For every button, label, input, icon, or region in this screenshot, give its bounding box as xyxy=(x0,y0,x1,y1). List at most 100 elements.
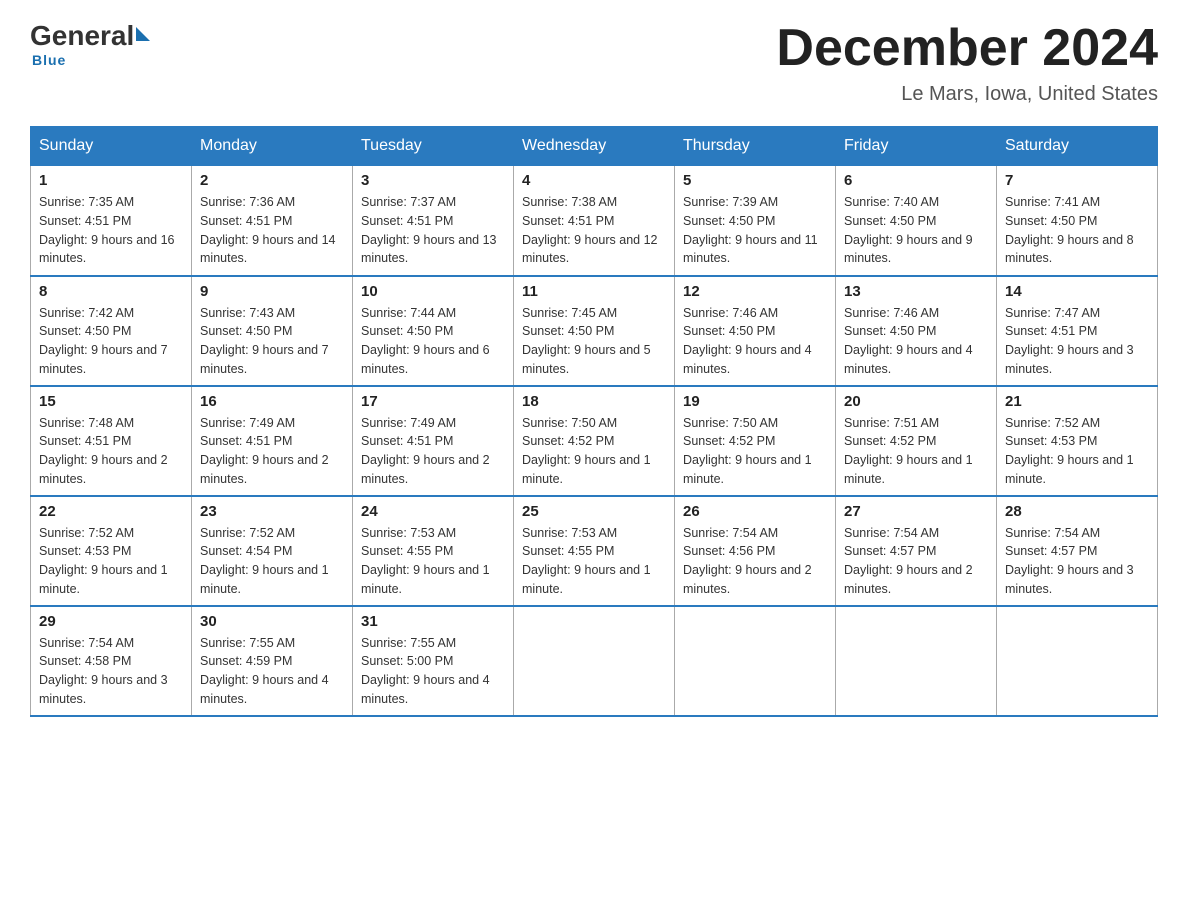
table-row xyxy=(836,606,997,716)
table-row: 22 Sunrise: 7:52 AMSunset: 4:53 PMDaylig… xyxy=(31,496,192,606)
table-row: 19 Sunrise: 7:50 AMSunset: 4:52 PMDaylig… xyxy=(675,386,836,496)
table-row: 14 Sunrise: 7:47 AMSunset: 4:51 PMDaylig… xyxy=(997,276,1158,386)
day-info: Sunrise: 7:52 AMSunset: 4:53 PMDaylight:… xyxy=(1005,416,1134,486)
header-monday: Monday xyxy=(192,127,353,166)
day-info: Sunrise: 7:54 AMSunset: 4:58 PMDaylight:… xyxy=(39,636,168,706)
table-row: 30 Sunrise: 7:55 AMSunset: 4:59 PMDaylig… xyxy=(192,606,353,716)
table-row: 15 Sunrise: 7:48 AMSunset: 4:51 PMDaylig… xyxy=(31,386,192,496)
day-info: Sunrise: 7:53 AMSunset: 4:55 PMDaylight:… xyxy=(522,526,651,596)
table-row: 27 Sunrise: 7:54 AMSunset: 4:57 PMDaylig… xyxy=(836,496,997,606)
table-row: 18 Sunrise: 7:50 AMSunset: 4:52 PMDaylig… xyxy=(514,386,675,496)
header-sunday: Sunday xyxy=(31,127,192,166)
day-number: 17 xyxy=(361,393,505,410)
day-info: Sunrise: 7:43 AMSunset: 4:50 PMDaylight:… xyxy=(200,306,329,376)
day-info: Sunrise: 7:36 AMSunset: 4:51 PMDaylight:… xyxy=(200,195,336,265)
day-number: 4 xyxy=(522,172,666,189)
table-row: 20 Sunrise: 7:51 AMSunset: 4:52 PMDaylig… xyxy=(836,386,997,496)
day-number: 27 xyxy=(844,503,988,520)
calendar-week-row: 8 Sunrise: 7:42 AMSunset: 4:50 PMDayligh… xyxy=(31,276,1158,386)
day-number: 1 xyxy=(39,172,183,189)
month-title: December 2024 xyxy=(776,20,1158,77)
day-number: 24 xyxy=(361,503,505,520)
day-info: Sunrise: 7:55 AMSunset: 5:00 PMDaylight:… xyxy=(361,636,490,706)
day-info: Sunrise: 7:48 AMSunset: 4:51 PMDaylight:… xyxy=(39,416,168,486)
day-number: 25 xyxy=(522,503,666,520)
day-number: 30 xyxy=(200,613,344,630)
day-info: Sunrise: 7:44 AMSunset: 4:50 PMDaylight:… xyxy=(361,306,490,376)
table-row: 16 Sunrise: 7:49 AMSunset: 4:51 PMDaylig… xyxy=(192,386,353,496)
table-row: 24 Sunrise: 7:53 AMSunset: 4:55 PMDaylig… xyxy=(353,496,514,606)
day-info: Sunrise: 7:37 AMSunset: 4:51 PMDaylight:… xyxy=(361,195,497,265)
table-row: 3 Sunrise: 7:37 AMSunset: 4:51 PMDayligh… xyxy=(353,166,514,276)
table-row xyxy=(514,606,675,716)
table-row xyxy=(675,606,836,716)
day-number: 22 xyxy=(39,503,183,520)
table-row: 13 Sunrise: 7:46 AMSunset: 4:50 PMDaylig… xyxy=(836,276,997,386)
day-number: 10 xyxy=(361,283,505,300)
table-row: 25 Sunrise: 7:53 AMSunset: 4:55 PMDaylig… xyxy=(514,496,675,606)
calendar-week-row: 29 Sunrise: 7:54 AMSunset: 4:58 PMDaylig… xyxy=(31,606,1158,716)
table-row: 17 Sunrise: 7:49 AMSunset: 4:51 PMDaylig… xyxy=(353,386,514,496)
day-info: Sunrise: 7:41 AMSunset: 4:50 PMDaylight:… xyxy=(1005,195,1134,265)
page-header: General Blue December 2024 Le Mars, Iowa… xyxy=(30,20,1158,106)
day-info: Sunrise: 7:55 AMSunset: 4:59 PMDaylight:… xyxy=(200,636,329,706)
calendar-table: Sunday Monday Tuesday Wednesday Thursday… xyxy=(30,126,1158,717)
day-number: 5 xyxy=(683,172,827,189)
day-number: 16 xyxy=(200,393,344,410)
table-row: 29 Sunrise: 7:54 AMSunset: 4:58 PMDaylig… xyxy=(31,606,192,716)
logo: General Blue xyxy=(30,20,150,68)
day-info: Sunrise: 7:52 AMSunset: 4:53 PMDaylight:… xyxy=(39,526,168,596)
logo-blue-text: Blue xyxy=(32,52,66,68)
day-info: Sunrise: 7:42 AMSunset: 4:50 PMDaylight:… xyxy=(39,306,168,376)
calendar-week-row: 1 Sunrise: 7:35 AMSunset: 4:51 PMDayligh… xyxy=(31,166,1158,276)
day-number: 6 xyxy=(844,172,988,189)
day-number: 18 xyxy=(522,393,666,410)
day-number: 3 xyxy=(361,172,505,189)
day-info: Sunrise: 7:46 AMSunset: 4:50 PMDaylight:… xyxy=(844,306,973,376)
table-row: 12 Sunrise: 7:46 AMSunset: 4:50 PMDaylig… xyxy=(675,276,836,386)
table-row: 4 Sunrise: 7:38 AMSunset: 4:51 PMDayligh… xyxy=(514,166,675,276)
day-number: 21 xyxy=(1005,393,1149,410)
day-info: Sunrise: 7:46 AMSunset: 4:50 PMDaylight:… xyxy=(683,306,812,376)
day-info: Sunrise: 7:54 AMSunset: 4:56 PMDaylight:… xyxy=(683,526,812,596)
table-row: 1 Sunrise: 7:35 AMSunset: 4:51 PMDayligh… xyxy=(31,166,192,276)
day-number: 2 xyxy=(200,172,344,189)
day-info: Sunrise: 7:53 AMSunset: 4:55 PMDaylight:… xyxy=(361,526,490,596)
table-row: 5 Sunrise: 7:39 AMSunset: 4:50 PMDayligh… xyxy=(675,166,836,276)
table-row: 23 Sunrise: 7:52 AMSunset: 4:54 PMDaylig… xyxy=(192,496,353,606)
logo-general-text: General xyxy=(30,20,134,52)
table-row: 31 Sunrise: 7:55 AMSunset: 5:00 PMDaylig… xyxy=(353,606,514,716)
table-row xyxy=(997,606,1158,716)
table-row: 2 Sunrise: 7:36 AMSunset: 4:51 PMDayligh… xyxy=(192,166,353,276)
day-info: Sunrise: 7:38 AMSunset: 4:51 PMDaylight:… xyxy=(522,195,658,265)
day-info: Sunrise: 7:50 AMSunset: 4:52 PMDaylight:… xyxy=(522,416,651,486)
day-number: 15 xyxy=(39,393,183,410)
day-number: 26 xyxy=(683,503,827,520)
header-wednesday: Wednesday xyxy=(514,127,675,166)
day-info: Sunrise: 7:49 AMSunset: 4:51 PMDaylight:… xyxy=(361,416,490,486)
table-row: 7 Sunrise: 7:41 AMSunset: 4:50 PMDayligh… xyxy=(997,166,1158,276)
table-row: 10 Sunrise: 7:44 AMSunset: 4:50 PMDaylig… xyxy=(353,276,514,386)
title-section: December 2024 Le Mars, Iowa, United Stat… xyxy=(776,20,1158,106)
header-tuesday: Tuesday xyxy=(353,127,514,166)
day-info: Sunrise: 7:52 AMSunset: 4:54 PMDaylight:… xyxy=(200,526,329,596)
day-number: 13 xyxy=(844,283,988,300)
day-number: 12 xyxy=(683,283,827,300)
day-number: 19 xyxy=(683,393,827,410)
day-info: Sunrise: 7:51 AMSunset: 4:52 PMDaylight:… xyxy=(844,416,973,486)
day-number: 31 xyxy=(361,613,505,630)
day-number: 20 xyxy=(844,393,988,410)
table-row: 26 Sunrise: 7:54 AMSunset: 4:56 PMDaylig… xyxy=(675,496,836,606)
day-info: Sunrise: 7:39 AMSunset: 4:50 PMDaylight:… xyxy=(683,195,818,265)
day-number: 8 xyxy=(39,283,183,300)
header-friday: Friday xyxy=(836,127,997,166)
day-info: Sunrise: 7:49 AMSunset: 4:51 PMDaylight:… xyxy=(200,416,329,486)
table-row: 11 Sunrise: 7:45 AMSunset: 4:50 PMDaylig… xyxy=(514,276,675,386)
calendar-header-row: Sunday Monday Tuesday Wednesday Thursday… xyxy=(31,127,1158,166)
day-info: Sunrise: 7:47 AMSunset: 4:51 PMDaylight:… xyxy=(1005,306,1134,376)
table-row: 9 Sunrise: 7:43 AMSunset: 4:50 PMDayligh… xyxy=(192,276,353,386)
table-row: 8 Sunrise: 7:42 AMSunset: 4:50 PMDayligh… xyxy=(31,276,192,386)
day-number: 23 xyxy=(200,503,344,520)
day-info: Sunrise: 7:54 AMSunset: 4:57 PMDaylight:… xyxy=(844,526,973,596)
day-number: 29 xyxy=(39,613,183,630)
